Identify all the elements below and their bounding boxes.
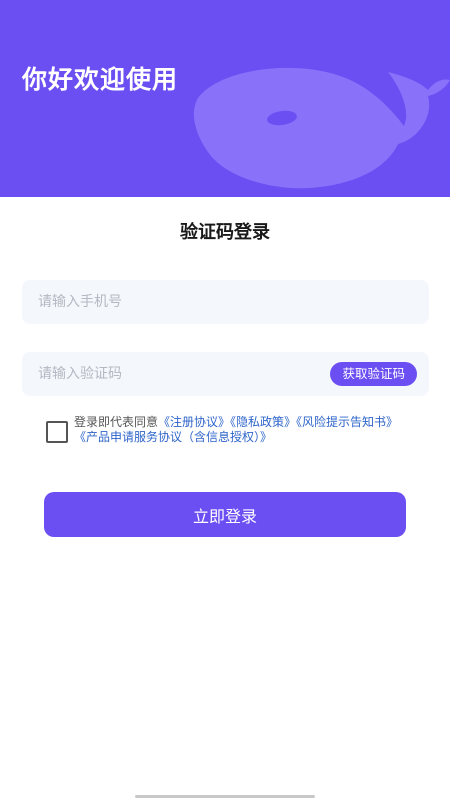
get-code-button[interactable]: 获取验证码 bbox=[330, 362, 417, 386]
risk-notice-link[interactable]: 《风险提示告知书》 bbox=[296, 415, 398, 429]
home-indicator bbox=[135, 795, 315, 798]
privacy-policy-link[interactable]: 《隐私政策》 bbox=[230, 415, 296, 429]
phone-input[interactable] bbox=[22, 280, 429, 324]
verification-code-input[interactable] bbox=[22, 352, 312, 396]
agreement-prefix: 登录即代表同意 bbox=[74, 415, 159, 429]
agreement-text: 登录即代表同意《注册协议》《隐私政策》《风险提示告知书》《产品申请服务协议（含信… bbox=[74, 415, 404, 445]
login-title: 验证码登录 bbox=[180, 222, 270, 243]
login-button[interactable]: 立即登录 bbox=[44, 492, 406, 537]
register-agreement-link[interactable]: 《注册协议》 bbox=[158, 415, 230, 429]
phone-field bbox=[22, 280, 429, 324]
agreement-checkbox[interactable] bbox=[46, 421, 68, 443]
header-banner: 你好欢迎使用 bbox=[0, 0, 450, 197]
greeting-title: 你好欢迎使用 bbox=[22, 65, 179, 94]
service-agreement-link[interactable]: 《产品申请服务协议（含信息授权）》 bbox=[74, 430, 272, 444]
whale-icon bbox=[193, 67, 450, 189]
code-field: 获取验证码 bbox=[22, 352, 429, 396]
